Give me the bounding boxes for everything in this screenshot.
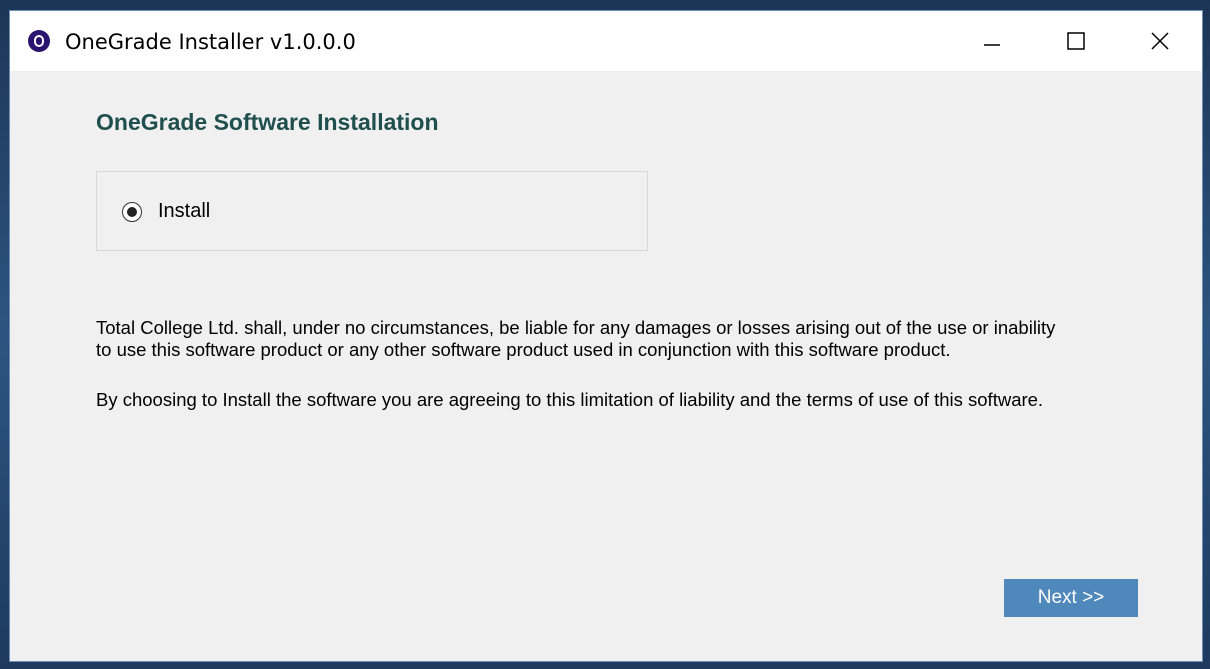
disclaimer-line-2: to use this software product or any othe… xyxy=(96,339,951,360)
agreement-text: By choosing to Install the software you … xyxy=(96,389,1044,410)
install-radio-label[interactable]: Install xyxy=(158,200,210,223)
window-title: OneGrade Installer v1.0.0.0 xyxy=(65,30,356,54)
minimize-button[interactable] xyxy=(952,11,1032,71)
radio-selected-dot xyxy=(127,207,137,217)
close-button[interactable] xyxy=(1120,11,1200,71)
title-bar[interactable]: OneGrade Installer v1.0.0.0 xyxy=(10,11,1202,71)
installer-window: OneGrade Installer v1.0.0.0 OneGrade Sof… xyxy=(9,10,1203,662)
disclaimer-text: Total College Ltd. shall, under no circu… xyxy=(96,317,1136,361)
next-button[interactable]: Next >> xyxy=(1004,579,1138,617)
maximize-button[interactable] xyxy=(1036,11,1116,71)
onegrade-logo-icon xyxy=(28,30,50,52)
close-icon xyxy=(1151,32,1169,50)
minimize-icon xyxy=(984,44,1000,46)
disclaimer-line-1: Total College Ltd. shall, under no circu… xyxy=(96,317,1056,338)
maximize-icon xyxy=(1067,32,1085,50)
page-title: OneGrade Software Installation xyxy=(96,109,439,135)
install-radio[interactable] xyxy=(122,202,142,222)
